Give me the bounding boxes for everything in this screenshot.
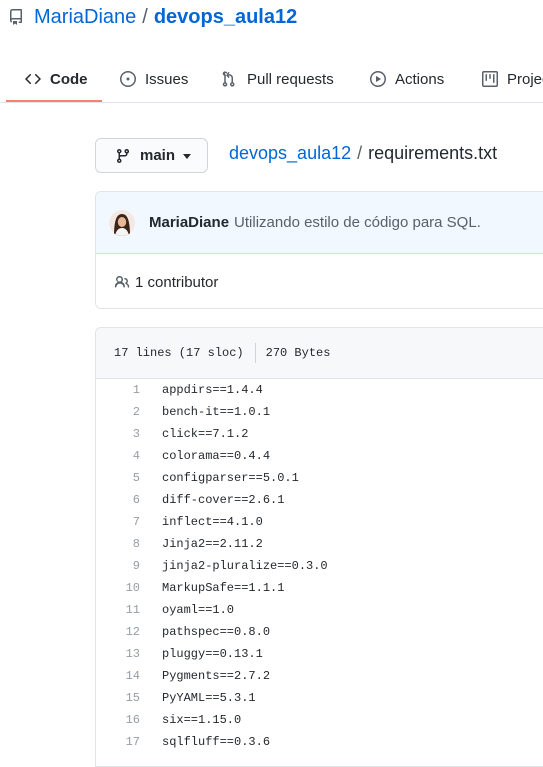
branch-select-button[interactable]: main	[95, 138, 208, 173]
code-line: 12 pathspec==0.8.0	[96, 621, 543, 643]
code-line: 14 Pygments==2.7.2	[96, 665, 543, 687]
repo-icon	[8, 9, 24, 25]
code-line: 10 MarkupSafe==1.1.1	[96, 577, 543, 599]
line-number[interactable]: 4	[96, 449, 140, 463]
code-line: 2 bench-it==1.0.1	[96, 401, 543, 423]
line-content: PyYAML==5.3.1	[162, 691, 256, 705]
line-content: pathspec==0.8.0	[162, 625, 271, 639]
line-number[interactable]: 16	[96, 713, 140, 727]
tab-actions[interactable]: Actions	[370, 56, 444, 102]
line-content: appdirs==1.4.4	[162, 383, 263, 397]
line-content: configparser==5.0.1	[162, 471, 299, 485]
line-content: pluggy==0.13.1	[162, 647, 263, 661]
code-line: 3 click==7.1.2	[96, 423, 543, 445]
play-icon	[370, 71, 386, 87]
line-number[interactable]: 7	[96, 515, 140, 529]
line-content: inflect==4.1.0	[162, 515, 263, 529]
breadcrumb-separator: /	[357, 142, 363, 163]
line-content: diff-cover==2.6.1	[162, 493, 285, 507]
line-number[interactable]: 10	[96, 581, 140, 595]
line-number[interactable]: 6	[96, 493, 140, 507]
code-line: 15 PyYAML==5.3.1	[96, 687, 543, 709]
code-line: 6 diff-cover==2.6.1	[96, 489, 543, 511]
repo-nav-tabs: Code Issues Pull requests Actions Projec	[0, 56, 543, 103]
project-icon	[482, 71, 498, 87]
code-line: 7 inflect==4.1.0	[96, 511, 543, 533]
line-number[interactable]: 3	[96, 427, 140, 441]
tab-pull-requests-label: Pull requests	[247, 70, 334, 88]
line-number[interactable]: 14	[96, 669, 140, 683]
line-content: Pygments==2.7.2	[162, 669, 271, 683]
active-tab-underline	[6, 100, 102, 102]
git-branch-icon	[115, 148, 131, 164]
code-line: 9 jinja2-pluralize==0.3.0	[96, 555, 543, 577]
tab-pull-requests[interactable]: Pull requests	[222, 56, 334, 102]
tab-issues-label: Issues	[145, 70, 189, 88]
code-line: 17 sqlfluff==0.3.6	[96, 731, 543, 753]
code-line: 5 configparser==5.0.1	[96, 467, 543, 489]
file-info-divider	[254, 343, 256, 363]
line-content: jinja2-pluralize==0.3.0	[162, 559, 328, 573]
line-number[interactable]: 12	[96, 625, 140, 639]
repo-owner-link[interactable]: MariaDiane	[34, 6, 136, 29]
code-line: 8 Jinja2==2.11.2	[96, 533, 543, 555]
line-content: sqlfluff==0.3.6	[162, 735, 271, 749]
line-number[interactable]: 17	[96, 735, 140, 749]
line-content: colorama==0.4.4	[162, 449, 271, 463]
code-icon	[25, 71, 41, 87]
repo-header: MariaDiane / devops_aula12	[8, 4, 297, 30]
tab-projects[interactable]: Projec	[482, 56, 543, 102]
line-number[interactable]: 1	[96, 383, 140, 397]
breadcrumb-file-name: requirements.txt	[368, 142, 498, 163]
chevron-down-icon	[183, 154, 192, 159]
code-line: 13 pluggy==0.13.1	[96, 643, 543, 665]
tab-projects-label: Projec	[507, 70, 543, 88]
line-content: MarkupSafe==1.1.1	[162, 581, 285, 595]
file-info-header: 17 lines (17 sloc) 270 Bytes	[96, 328, 543, 379]
line-number[interactable]: 2	[96, 405, 140, 419]
latest-commit: MariaDiane Utilizando estilo de código p…	[96, 192, 543, 254]
repo-name-link[interactable]: devops_aula12	[154, 6, 297, 29]
file-viewer: 17 lines (17 sloc) 270 Bytes 1 appdirs==1…	[95, 327, 543, 767]
line-number[interactable]: 11	[96, 603, 140, 617]
contributors-label: 1 contributor	[135, 273, 219, 291]
line-number[interactable]: 9	[96, 559, 140, 573]
file-lines-info: 17 lines (17 sloc)	[114, 346, 244, 360]
avatar[interactable]	[109, 209, 135, 236]
line-content: Jinja2==2.11.2	[162, 537, 263, 551]
repo-separator: /	[142, 5, 148, 28]
branch-name: main	[140, 147, 176, 164]
tab-code[interactable]: Code	[25, 56, 88, 102]
line-number[interactable]: 13	[96, 647, 140, 661]
line-content: click==7.1.2	[162, 427, 249, 441]
line-content: six==1.15.0	[162, 713, 242, 727]
file-size: 270 Bytes	[265, 346, 331, 360]
tab-actions-label: Actions	[395, 70, 445, 88]
line-number[interactable]: 8	[96, 537, 140, 551]
latest-commit-box: MariaDiane Utilizando estilo de código p…	[95, 191, 543, 309]
tab-code-label: Code	[50, 70, 88, 88]
commit-author-link[interactable]: MariaDiane	[149, 214, 229, 231]
issue-opened-icon	[120, 71, 136, 87]
breadcrumb-repo-link[interactable]: devops_aula12	[229, 143, 351, 164]
commit-message-link[interactable]: Utilizando estilo de código para SQL.	[234, 214, 481, 231]
line-content: bench-it==1.0.1	[162, 405, 271, 419]
line-number[interactable]: 5	[96, 471, 140, 485]
code-listing: 1 appdirs==1.4.4 2 bench-it==1.0.1 3 click=…	[96, 379, 543, 753]
code-line: 16 six==1.15.0	[96, 709, 543, 731]
git-pull-request-icon	[222, 71, 238, 87]
code-line: 11 oyaml==1.0	[96, 599, 543, 621]
line-content: oyaml==1.0	[162, 603, 235, 617]
breadcrumb: devops_aula12 / requirements.txt	[229, 142, 497, 164]
tab-issues[interactable]: Issues	[120, 56, 188, 102]
line-number[interactable]: 15	[96, 691, 140, 705]
code-line: 1 appdirs==1.4.4	[96, 379, 543, 401]
code-line: 4 colorama==0.4.4	[96, 445, 543, 467]
people-icon	[113, 274, 131, 290]
contributors-row[interactable]: 1 contributor	[96, 254, 543, 308]
